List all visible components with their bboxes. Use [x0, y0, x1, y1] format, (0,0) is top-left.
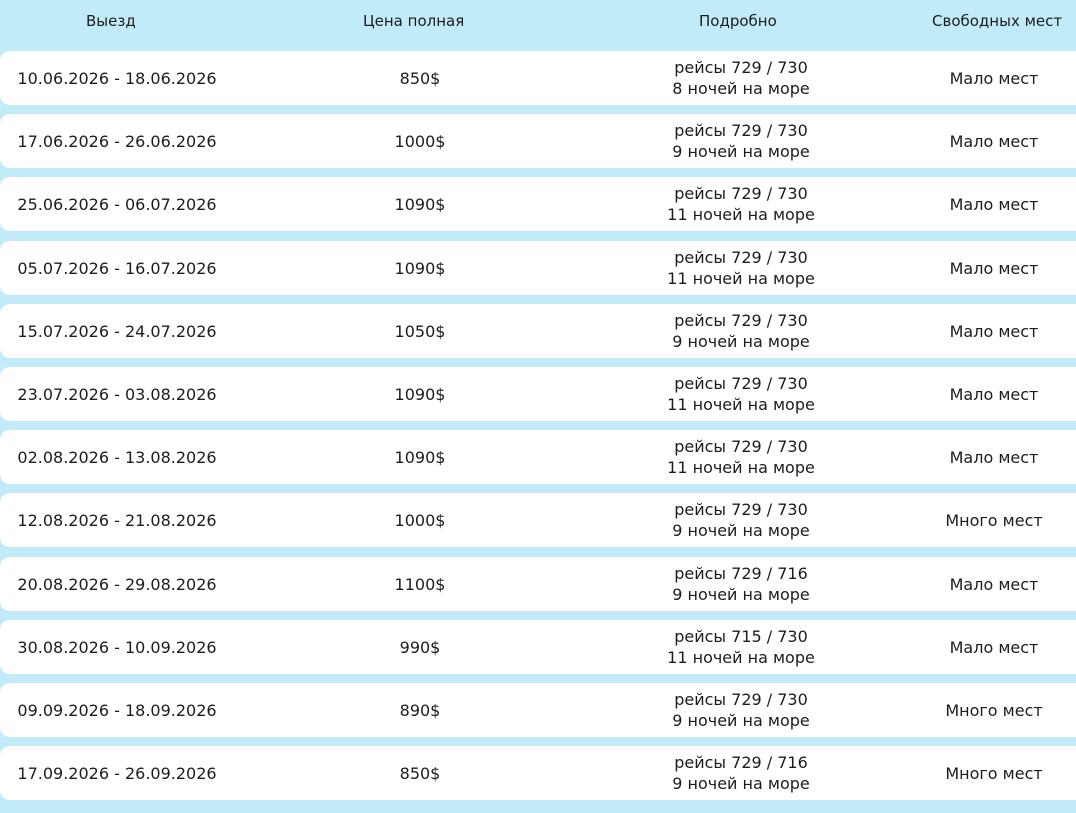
row-details: рейсы 729 / 730 11 ночей на море	[640, 241, 842, 295]
row-price: 1090$	[394, 194, 446, 214]
row-dates: 05.07.2026 - 16.07.2026	[17, 258, 217, 278]
row-seats: Мало мест	[949, 194, 1039, 214]
row-details: рейсы 729 / 730 9 ночей на море	[640, 114, 842, 168]
header-details: Подробно	[699, 12, 777, 30]
row-price: 850$	[399, 68, 441, 88]
row-details: рейсы 729 / 730 11 ночей на море	[640, 430, 842, 484]
row-dates: 10.06.2026 - 18.06.2026	[17, 68, 217, 88]
row-details: рейсы 729 / 730 9 ночей на море	[640, 683, 842, 737]
header-departure: Выезд	[86, 12, 136, 30]
table-row: 20.08.2026 - 29.08.2026 1100$ рейсы 729 / …	[0, 557, 1076, 611]
table-row: 30.08.2026 - 10.09.2026 990$ рейсы 715 / 7…	[0, 620, 1076, 674]
row-seats: Мало мест	[949, 384, 1039, 404]
row-price: 1090$	[394, 258, 446, 278]
row-details: рейсы 729 / 730 8 ночей на море	[640, 51, 842, 105]
row-dates: 09.09.2026 - 18.09.2026	[17, 700, 217, 720]
row-details: рейсы 729 / 716 9 ночей на море	[640, 746, 842, 800]
row-details: рейсы 729 / 730 11 ночей на море	[640, 367, 842, 421]
table-row: 02.08.2026 - 13.08.2026 1090$ рейсы 729 / …	[0, 430, 1076, 484]
row-seats: Много мест	[945, 763, 1043, 783]
row-price: 1100$	[394, 574, 446, 594]
row-flights: рейсы 729 / 730	[674, 374, 808, 393]
row-flights: рейсы 729 / 716	[674, 564, 808, 583]
row-nights: 9 ночей на море	[672, 774, 810, 793]
row-flights: рейсы 729 / 730	[674, 311, 808, 330]
table-row: 09.09.2026 - 18.09.2026 890$ рейсы 729 / 7…	[0, 683, 1076, 737]
tour-dates-table: Выезд Цена полная Подробно Свободных мес…	[0, 0, 1076, 813]
row-nights: 9 ночей на море	[672, 521, 810, 540]
row-flights: рейсы 729 / 730	[674, 437, 808, 456]
row-flights: рейсы 729 / 730	[674, 248, 808, 267]
row-nights: 9 ночей на море	[672, 142, 810, 161]
row-details: рейсы 729 / 730 9 ночей на море	[640, 493, 842, 547]
row-flights: рейсы 729 / 730	[674, 121, 808, 140]
row-nights: 11 ночей на море	[667, 458, 815, 477]
table-header: Выезд Цена полная Подробно Свободных мес…	[0, 0, 1076, 42]
row-seats: Мало мест	[949, 574, 1039, 594]
row-seats: Мало мест	[949, 131, 1039, 151]
table-row: 17.06.2026 - 26.06.2026 1000$ рейсы 729 / …	[0, 114, 1076, 168]
row-flights: рейсы 729 / 730	[674, 58, 808, 77]
row-nights: 9 ночей на море	[672, 332, 810, 351]
header-price: Цена полная	[363, 12, 465, 30]
row-price: 1050$	[394, 321, 446, 341]
row-price: 1000$	[394, 131, 446, 151]
row-seats: Много мест	[945, 510, 1043, 530]
row-details: рейсы 729 / 730 11 ночей на море	[640, 177, 842, 231]
table-row: 17.09.2026 - 26.09.2026 850$ рейсы 729 / 7…	[0, 746, 1076, 800]
table-row: 23.07.2026 - 03.08.2026 1090$ рейсы 729 / …	[0, 367, 1076, 421]
row-dates: 17.09.2026 - 26.09.2026	[17, 763, 217, 783]
row-dates: 15.07.2026 - 24.07.2026	[17, 321, 217, 341]
row-flights: рейсы 729 / 730	[674, 690, 808, 709]
row-seats: Мало мест	[949, 258, 1039, 278]
row-flights: рейсы 715 / 730	[674, 627, 808, 646]
row-details: рейсы 729 / 730 9 ночей на море	[640, 304, 842, 358]
row-seats: Много мест	[945, 700, 1043, 720]
row-price: 1090$	[394, 384, 446, 404]
row-nights: 11 ночей на море	[667, 205, 815, 224]
row-flights: рейсы 729 / 716	[674, 753, 808, 772]
row-price: 850$	[399, 763, 441, 783]
row-dates: 30.08.2026 - 10.09.2026	[17, 637, 217, 657]
row-details: рейсы 729 / 716 9 ночей на море	[640, 557, 842, 611]
row-flights: рейсы 729 / 730	[674, 184, 808, 203]
header-seats: Свободных мест	[932, 12, 1063, 30]
row-details: рейсы 715 / 730 11 ночей на море	[640, 620, 842, 674]
row-seats: Мало мест	[949, 68, 1039, 88]
row-nights: 9 ночей на море	[672, 711, 810, 730]
row-price: 1000$	[394, 510, 446, 530]
table-row: 05.07.2026 - 16.07.2026 1090$ рейсы 729 / …	[0, 241, 1076, 295]
row-dates: 12.08.2026 - 21.08.2026	[17, 510, 217, 530]
table-row: 12.08.2026 - 21.08.2026 1000$ рейсы 729 / …	[0, 493, 1076, 547]
row-dates: 23.07.2026 - 03.08.2026	[17, 384, 217, 404]
table-row: 15.07.2026 - 24.07.2026 1050$ рейсы 729 / …	[0, 304, 1076, 358]
row-dates: 20.08.2026 - 29.08.2026	[17, 574, 217, 594]
row-seats: Мало мест	[949, 321, 1039, 341]
row-seats: Мало мест	[949, 637, 1039, 657]
row-nights: 11 ночей на море	[667, 395, 815, 414]
row-flights: рейсы 729 / 730	[674, 500, 808, 519]
row-price: 890$	[399, 700, 441, 720]
row-dates: 25.06.2026 - 06.07.2026	[17, 194, 217, 214]
row-nights: 11 ночей на море	[667, 269, 815, 288]
row-nights: 11 ночей на море	[667, 648, 815, 667]
row-dates: 17.06.2026 - 26.06.2026	[17, 131, 217, 151]
row-price: 990$	[399, 637, 441, 657]
table-row: 10.06.2026 - 18.06.2026 850$ рейсы 729 / 7…	[0, 51, 1076, 105]
row-nights: 9 ночей на море	[672, 585, 810, 604]
table-row: 25.06.2026 - 06.07.2026 1090$ рейсы 729 / …	[0, 177, 1076, 231]
row-nights: 8 ночей на море	[672, 79, 810, 98]
row-dates: 02.08.2026 - 13.08.2026	[17, 447, 217, 467]
row-seats: Мало мест	[949, 447, 1039, 467]
row-price: 1090$	[394, 447, 446, 467]
